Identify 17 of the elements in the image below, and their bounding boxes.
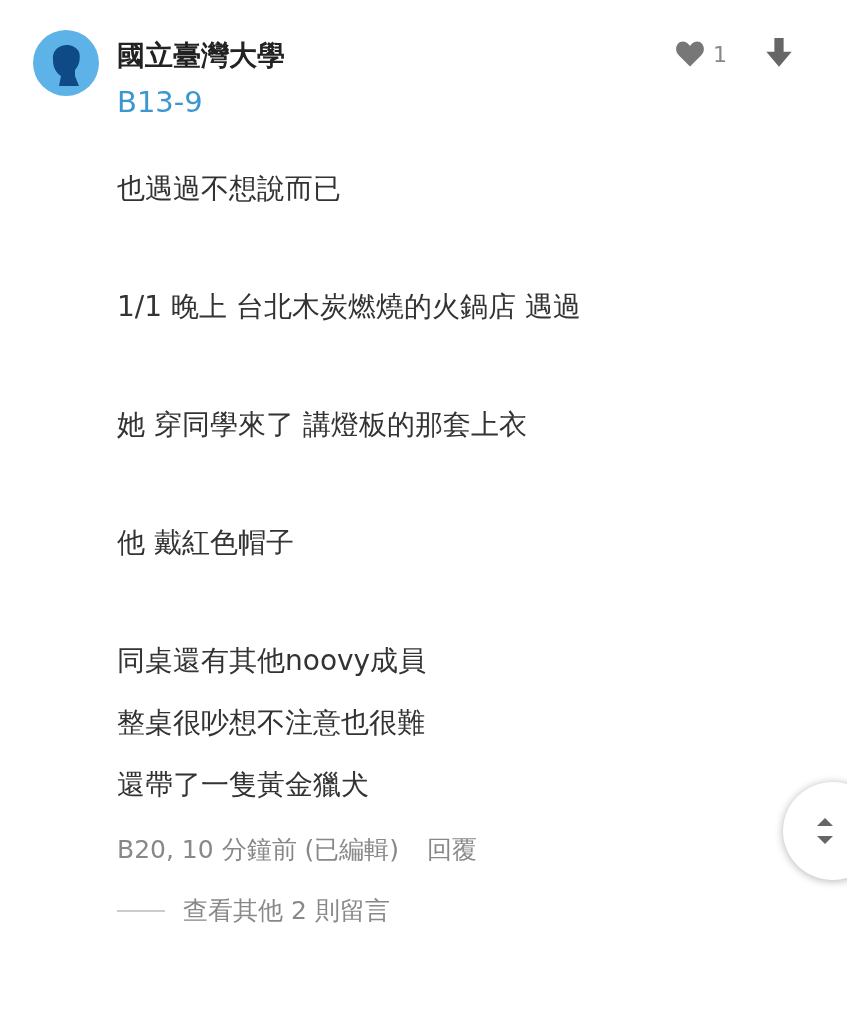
comment-line: 她 穿同學來了 講燈板的那套上衣: [117, 407, 528, 443]
comment-line: 同桌還有其他noovy成員: [117, 643, 428, 679]
comment-line: 1/1 晚上 台北木炭燃燒的火鍋店 遇過: [117, 289, 582, 325]
floor-tag: B13-9: [117, 84, 675, 120]
avatar-icon: [33, 30, 99, 96]
reply-link[interactable]: 回覆: [427, 828, 478, 872]
comment-info: B20, 10 分鐘前 (已編輯): [117, 834, 400, 866]
down-arrow-icon[interactable]: [765, 38, 793, 68]
comment-line: 整桌很吵想不注意也很難: [117, 705, 426, 741]
comment-line: 他 戴紅色帽子: [117, 525, 295, 561]
view-more-replies-link[interactable]: 查看其他 2 則留言: [183, 894, 390, 927]
author-name: 國立臺灣大學: [117, 38, 286, 74]
like-button[interactable]: 1: [675, 36, 727, 72]
up-down-icon: [815, 815, 835, 847]
comment-line: 還帶了一隻黃金獵犬: [117, 767, 370, 803]
heart-icon: [675, 40, 705, 68]
comment-line: 也遇過不想說而已: [117, 171, 342, 207]
